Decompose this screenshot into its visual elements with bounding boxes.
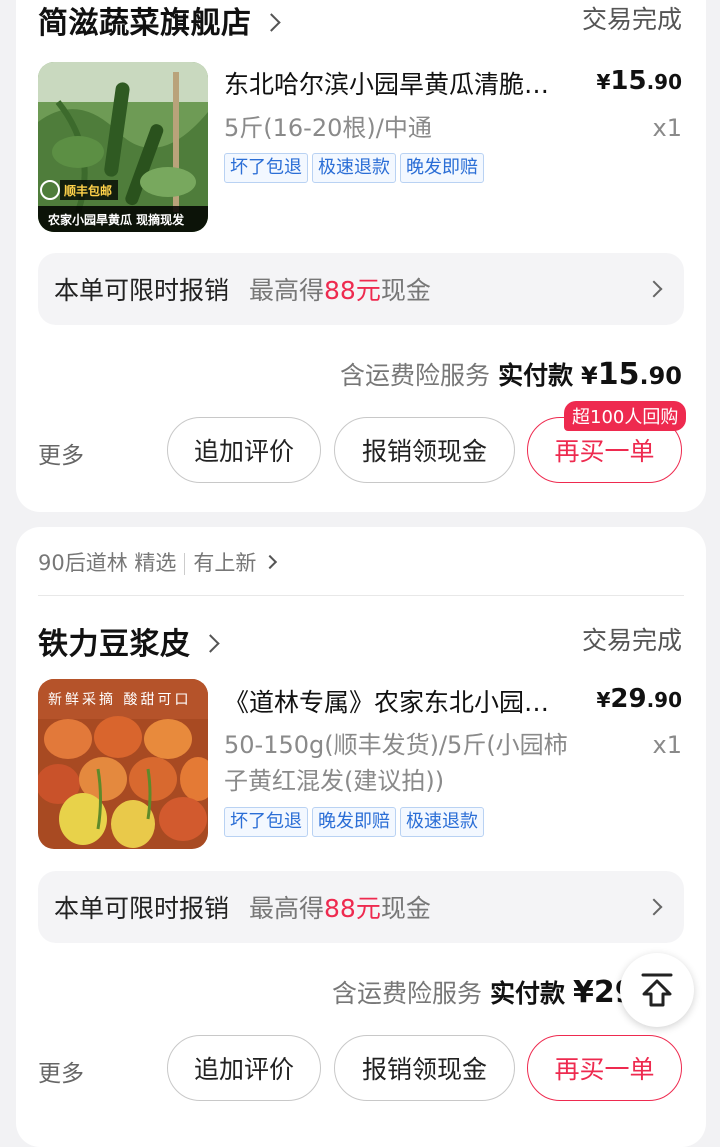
thumb-badge: 顺丰包邮 <box>64 184 113 198</box>
order-status: 交易完成 <box>581 5 682 34</box>
service-tags: 坏了包退 晚发即赔 极速退款 <box>224 807 484 837</box>
product-price: ¥29.90 <box>596 684 682 714</box>
product-qty: x1 <box>652 114 682 142</box>
chevron-right-icon <box>200 634 220 653</box>
add-review-button[interactable]: 追加评价 <box>167 417 321 483</box>
insurance-label: 含运费险服务 <box>340 361 491 390</box>
shop-new: 有上新 <box>193 551 257 575</box>
divider <box>184 553 186 575</box>
store-link[interactable]: 铁力豆浆皮 <box>38 619 220 663</box>
product-price: ¥15.90 <box>596 66 682 96</box>
back-to-top-icon <box>641 973 673 1007</box>
product-title[interactable]: 《道林专属》农家东北小园… <box>224 683 594 719</box>
rebuy-button[interactable]: 再买一单 <box>527 1035 682 1101</box>
service-tag: 晚发即赔 <box>312 807 396 837</box>
thumb-caption: 新鲜采摘 酸甜可口 <box>48 692 192 708</box>
order-card: 简滋蔬菜旗舰店 交易完成 顺丰包邮 农家小园旱黄瓜 现摘现发 东北哈尔滨小园旱黄… <box>16 0 706 512</box>
product-title[interactable]: 东北哈尔滨小园旱黄瓜清脆… <box>224 65 594 101</box>
more-link[interactable]: 更多 <box>38 436 84 470</box>
product-spec: 5斤(16-20根)/中通 <box>224 114 432 142</box>
cucumber-image <box>38 62 208 232</box>
service-tags: 坏了包退 极速退款 晚发即赔 <box>224 153 484 183</box>
more-link[interactable]: 更多 <box>38 1054 84 1088</box>
store-name: 简滋蔬菜旗舰店 <box>38 6 252 41</box>
rebate-banner[interactable]: 本单可限时报销 最高得88元现金 <box>38 871 684 943</box>
rebate-desc: 最高得88元现金 <box>249 276 431 305</box>
rebate-banner[interactable]: 本单可限时报销 最高得88元现金 <box>38 253 684 325</box>
service-tag: 极速退款 <box>312 153 396 183</box>
rebuy-badge: 超100人回购 <box>564 401 687 431</box>
product-thumbnail[interactable]: 新鲜采摘 酸甜可口 <box>38 679 208 849</box>
order-card: 90后道林 精选 有上新 铁力豆浆皮 交易完成 新鲜采摘 酸甜可口 《道林专属》农… <box>16 527 706 1147</box>
service-tag: 坏了包退 <box>224 153 308 183</box>
paid-label: 实付款 <box>490 979 566 1008</box>
payment-summary: 含运费险服务 实付款 ¥15.90 <box>340 356 682 392</box>
paid-label: 实付款 <box>498 361 574 390</box>
rebate-title: 本单可限时报销 <box>54 276 230 305</box>
payment-summary: 含运费险服务 实付款 ¥29 <box>332 974 636 1010</box>
insurance-label: 含运费险服务 <box>332 979 483 1008</box>
service-tag: 坏了包退 <box>224 807 308 837</box>
add-review-button[interactable]: 追加评价 <box>167 1035 321 1101</box>
chevron-right-icon <box>645 280 663 298</box>
product-qty: x1 <box>652 731 682 759</box>
order-status: 交易完成 <box>581 626 682 655</box>
paid-amount: ¥15.90 <box>581 357 682 392</box>
rebate-title: 本单可限时报销 <box>54 894 230 923</box>
shop-source-row[interactable]: 90后道林 精选 有上新 <box>38 547 278 577</box>
chevron-right-icon <box>263 554 278 570</box>
divider <box>38 595 684 596</box>
store-name: 铁力豆浆皮 <box>38 627 191 662</box>
service-tag: 极速退款 <box>400 807 484 837</box>
chevron-right-icon <box>261 13 281 32</box>
rebate-cash-button[interactable]: 报销领现金 <box>334 1035 515 1101</box>
thumb-caption: 农家小园旱黄瓜 现摘现发 <box>48 213 185 227</box>
service-tag: 晚发即赔 <box>400 153 484 183</box>
product-thumbnail[interactable]: 顺丰包邮 农家小园旱黄瓜 现摘现发 <box>38 62 208 232</box>
store-link[interactable]: 简滋蔬菜旗舰店 <box>38 0 281 42</box>
shop-source: 90后道林 精选 <box>38 551 177 575</box>
rebate-cash-button[interactable]: 报销领现金 <box>334 417 515 483</box>
back-to-top-button[interactable] <box>620 953 694 1027</box>
rebate-desc: 最高得88元现金 <box>249 894 431 923</box>
product-spec: 50-150g(顺丰发货)/5斤(小园柿 子黄红混发(建议拍)) <box>224 731 568 795</box>
chevron-right-icon <box>645 898 663 916</box>
